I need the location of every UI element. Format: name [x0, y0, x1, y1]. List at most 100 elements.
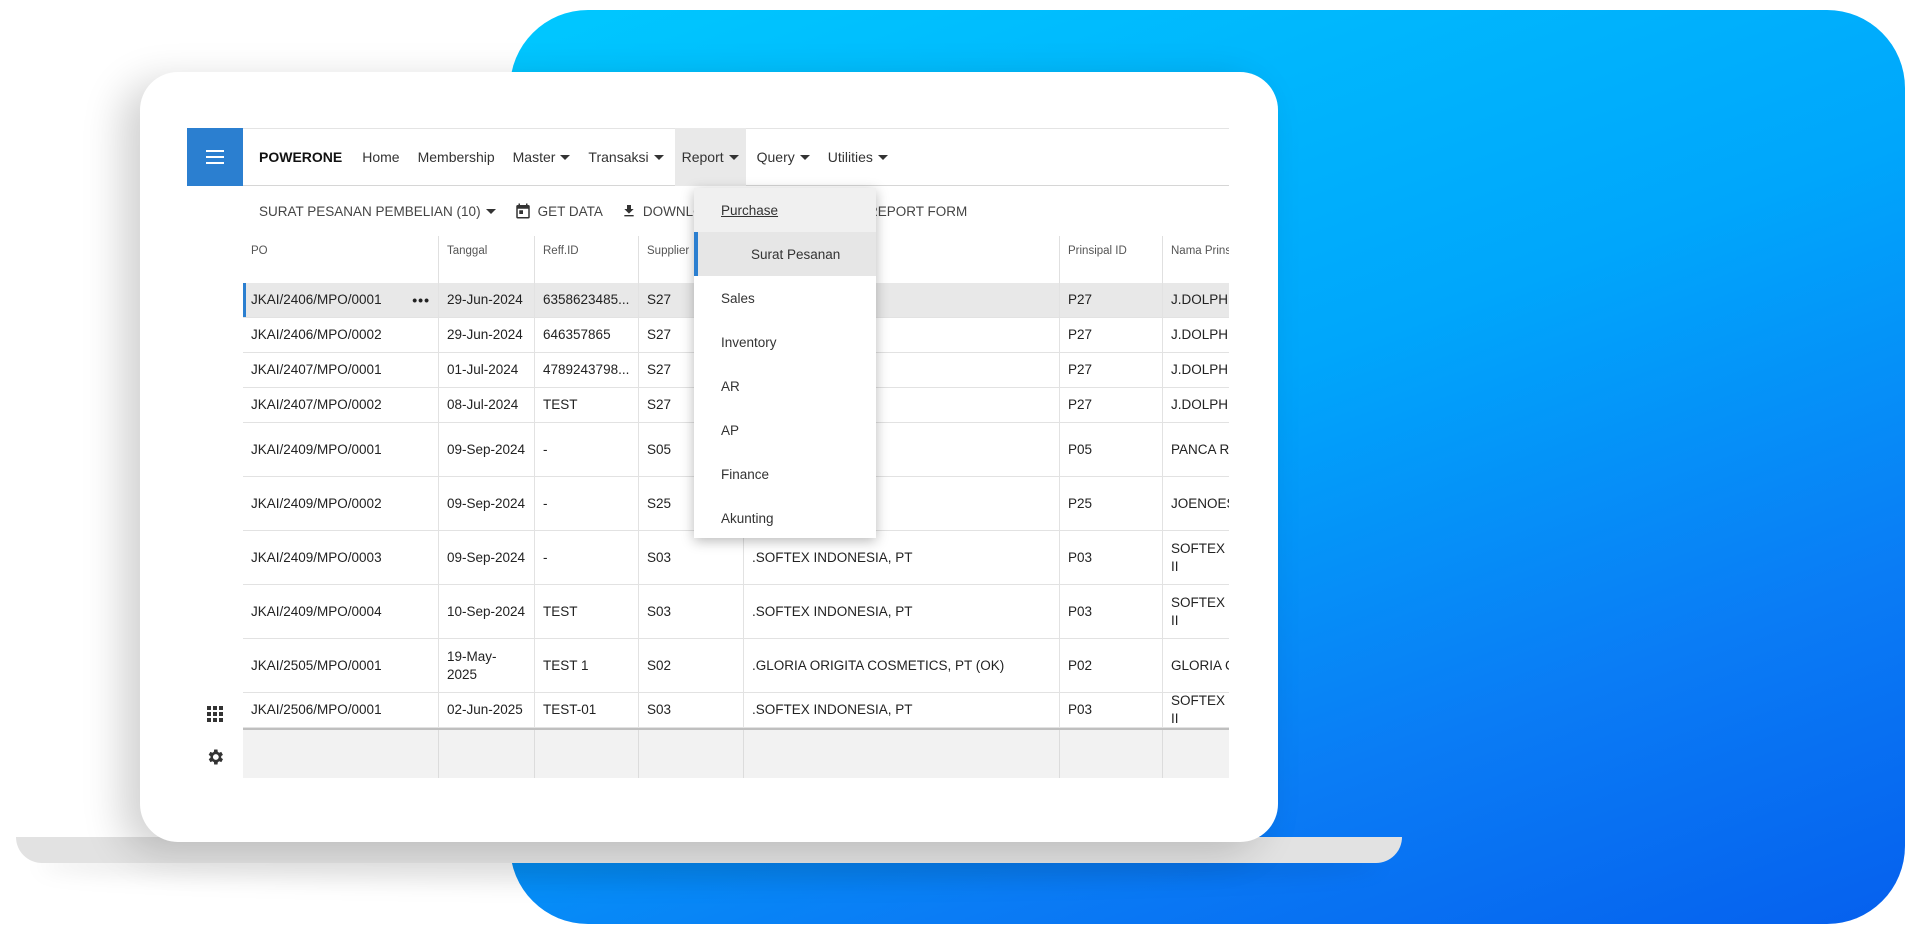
table-row[interactable]: JKAI/2506/MPO/0001 02-Jun-2025 TEST-01 S03.…: [243, 693, 1229, 728]
footer-cell: [243, 730, 439, 778]
cell-tanggal: 02-Jun-2025: [439, 693, 535, 727]
footer-cell: [1060, 730, 1163, 778]
column-header-po[interactable]: PO: [243, 236, 439, 283]
cell-tanggal: 09-Sep-2024: [439, 423, 535, 476]
table-row[interactable]: JKAI/2409/MPO/0004 10-Sep-2024 TEST S03 …: [243, 585, 1229, 639]
cell-po: JKAI/2506/MPO/0001: [243, 693, 439, 727]
cell-po: JKAI/2407/MPO/0002: [243, 388, 439, 422]
cell-po: JKAI/2409/MPO/0004: [243, 585, 439, 638]
column-header-tanggal[interactable]: Tanggal: [439, 236, 535, 283]
menu-item-purchase[interactable]: Purchase: [694, 188, 876, 232]
sidebar: [187, 128, 243, 778]
menu-item-surat-pesanan[interactable]: Surat Pesanan: [694, 232, 876, 276]
cell-prinsipal-id: P27: [1060, 353, 1163, 387]
nav-utilities[interactable]: Utilities: [821, 128, 895, 186]
nav-transaksi[interactable]: Transaksi: [581, 128, 670, 186]
nav-report[interactable]: Report: [674, 128, 746, 186]
cell-tanggal: 10-Sep-2024: [439, 585, 535, 638]
footer-cell: [439, 730, 535, 778]
menu-item-ap[interactable]: AP: [694, 408, 876, 452]
cell-prinsipal-id: P02: [1060, 639, 1163, 692]
nav-master[interactable]: Master: [506, 128, 578, 186]
cell-nama-prinsipal: JOENOES: [1171, 495, 1229, 511]
cell-nama-supplier: .SOFTEX INDONESIA, PT: [744, 585, 1060, 638]
app-screen: POWERONE Home Membership Master Transaks…: [187, 128, 1229, 778]
download-button[interactable]: DOWNLO: [621, 202, 704, 220]
caret-down-icon: [653, 154, 664, 160]
hamburger-icon: [206, 150, 224, 164]
cell-supplier: S03: [639, 693, 744, 727]
cell-nama-prinsipal: SOFTEX II: [1171, 693, 1226, 726]
nav-query[interactable]: Query: [750, 128, 817, 186]
cell-tanggal: 29-Jun-2024: [439, 283, 535, 317]
cell-reff-id: TEST-01: [535, 693, 639, 727]
menu-item-ar[interactable]: AR: [694, 364, 876, 408]
cell-po: JKAI/2505/MPO/0001: [243, 639, 439, 692]
cell-reff-id: TEST: [535, 388, 639, 422]
menu-item-sales[interactable]: Sales: [694, 276, 876, 320]
cell-tanggal: 09-Sep-2024: [439, 531, 535, 584]
brand-logo[interactable]: POWERONE: [257, 128, 349, 186]
menu-item-finance[interactable]: Finance: [694, 452, 876, 496]
cell-reff-id: TEST 1: [535, 639, 639, 692]
cell-prinsipal-id: P27: [1060, 388, 1163, 422]
cell-po: JKAI/2407/MPO/0001: [243, 353, 439, 387]
cell-nama-prinsipal: J.DOLPHII: [1171, 362, 1229, 377]
form-select-dropdown[interactable]: SURAT PESANAN PEMBELIAN (10): [259, 204, 496, 219]
cell-tanggal: 29-Jun-2024: [439, 318, 535, 352]
cell-reff-id: 4789243798...: [535, 353, 639, 387]
calendar-icon: [515, 203, 530, 219]
get-data-button[interactable]: GET DATA: [514, 202, 603, 220]
column-header-prinsipal-id[interactable]: Prinsipal ID: [1060, 236, 1163, 283]
menu-item-inventory[interactable]: Inventory: [694, 320, 876, 364]
cell-po: JKAI/2409/MPO/0002: [243, 477, 439, 530]
cell-nama-supplier: .GLORIA ORIGITA COSMETICS, PT (OK): [744, 639, 1060, 692]
footer-cell: [535, 730, 639, 778]
caret-down-icon: [560, 154, 571, 160]
column-header-nama-prinsipal[interactable]: Nama Prins: [1163, 236, 1229, 283]
row-actions-icon[interactable]: •••: [412, 291, 430, 309]
cell-reff-id: -: [535, 423, 639, 476]
cell-nama-supplier: .SOFTEX INDONESIA, PT: [744, 693, 1060, 727]
cell-nama-prinsipal: SOFTEX II: [1171, 540, 1226, 574]
menu-item-akunting[interactable]: Akunting: [694, 496, 876, 540]
cell-prinsipal-id: P27: [1060, 283, 1163, 317]
nav-membership[interactable]: Membership: [411, 128, 502, 186]
cell-tanggal: 01-Jul-2024: [439, 353, 535, 387]
grid-summary-footer: [243, 728, 1229, 778]
cell-reff-id: TEST: [535, 585, 639, 638]
caret-down-icon: [728, 154, 739, 160]
cell-supplier: S03: [639, 585, 744, 638]
cell-po: JKAI/2406/MPO/0002: [243, 318, 439, 352]
cell-prinsipal-id: P25: [1060, 477, 1163, 530]
table-row[interactable]: JKAI/2505/MPO/0001 19-May-2025 TEST 1 S02 .G…: [243, 639, 1229, 693]
cell-tanggal: 09-Sep-2024: [439, 477, 535, 530]
cell-nama-prinsipal: J.DOLPHII: [1171, 397, 1229, 412]
top-navigation: POWERONE Home Membership Master Transaks…: [243, 128, 1229, 186]
nav-home[interactable]: Home: [355, 128, 406, 186]
cell-tanggal: 08-Jul-2024: [439, 388, 535, 422]
settings-button[interactable]: [205, 747, 225, 767]
cell-reff-id: -: [535, 477, 639, 530]
caret-down-icon: [485, 208, 496, 214]
cell-prinsipal-id: P05: [1060, 423, 1163, 476]
active-indicator: [694, 232, 698, 276]
cell-nama-prinsipal: J.DOLPHII: [1171, 292, 1229, 307]
cell-prinsipal-id: P03: [1060, 693, 1163, 727]
cell-prinsipal-id: P03: [1060, 585, 1163, 638]
gear-icon: [208, 749, 223, 765]
footer-cell: [1163, 730, 1229, 778]
cell-tanggal: 19-May-2025: [439, 639, 535, 692]
cell-nama-prinsipal: GLORIA C: [1171, 657, 1229, 673]
cell-prinsipal-id: P27: [1060, 318, 1163, 352]
menu-toggle-button[interactable]: [187, 128, 243, 186]
column-header-reff-id[interactable]: Reff.ID: [535, 236, 639, 283]
cell-nama-prinsipal: J.DOLPHII: [1171, 327, 1229, 342]
footer-cell: [639, 730, 744, 778]
apps-grid-button[interactable]: [205, 704, 225, 724]
cell-reff-id: -: [535, 531, 639, 584]
cell-reff-id: 646357865: [535, 318, 639, 352]
cell-supplier: S02: [639, 639, 744, 692]
cell-prinsipal-id: P03: [1060, 531, 1163, 584]
cell-po: JKAI/2409/MPO/0003: [243, 531, 439, 584]
